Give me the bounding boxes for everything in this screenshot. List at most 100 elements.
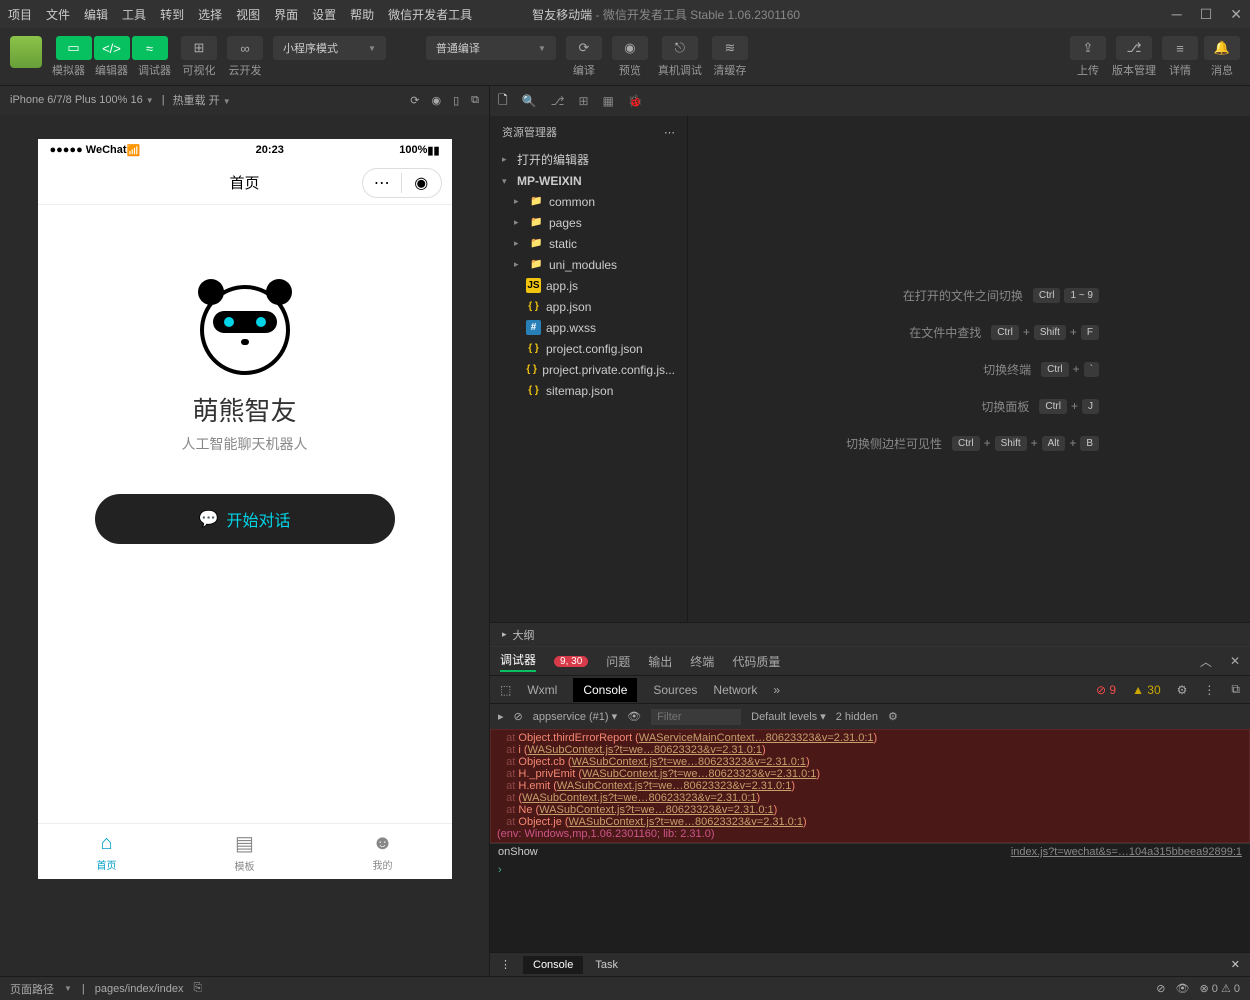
user-avatar[interactable]	[10, 36, 42, 68]
menu-项目[interactable]: 项目	[8, 6, 32, 23]
context-dropdown[interactable]: appservice (#1) ▾	[533, 710, 617, 723]
drawer-task-tab[interactable]: Task	[595, 959, 618, 971]
drawer-close-icon[interactable]: ✕	[1231, 958, 1240, 971]
close-panel-icon[interactable]: ✕	[1230, 654, 1240, 668]
menu-编辑[interactable]: 编辑	[84, 6, 108, 23]
folder-uni_modules[interactable]: ▸📁uni_modules	[490, 254, 687, 275]
version-button[interactable]: ⎇	[1116, 36, 1152, 60]
refresh-icon[interactable]: ⟳	[410, 94, 419, 107]
folder-pages[interactable]: ▸📁pages	[490, 212, 687, 233]
tabbar-item-1[interactable]: ▤模板	[176, 824, 314, 879]
menu-视图[interactable]: 视图	[236, 6, 260, 23]
filter-input[interactable]	[651, 709, 741, 725]
file-app.wxss[interactable]: #app.wxss	[490, 317, 687, 338]
hotreload-toggle[interactable]: 热重载 开 ▼	[173, 92, 231, 108]
menu-工具[interactable]: 工具	[122, 6, 146, 23]
visualize-button[interactable]: ⊞	[181, 36, 217, 60]
debugger-toggle[interactable]: ≈	[132, 36, 168, 60]
cloud-dev-button[interactable]: ∞	[227, 36, 263, 60]
grid-icon[interactable]: ⊞	[578, 94, 588, 108]
outline-section[interactable]: ▸大纲	[490, 622, 1250, 646]
drawer-console-tab[interactable]: Console	[523, 956, 583, 974]
terminal-tab[interactable]: 终端	[690, 653, 714, 670]
open-editors-section[interactable]: ▸打开的编辑器	[490, 148, 687, 171]
start-chat-button[interactable]: 💬 开始对话	[95, 494, 395, 544]
popout-icon[interactable]: ⧉	[471, 94, 479, 107]
eye-status-icon[interactable]: 👁	[1176, 982, 1190, 995]
upload-label: 上传	[1077, 62, 1099, 78]
menu-界面[interactable]: 界面	[274, 6, 298, 23]
close-icon[interactable]: ✕	[1230, 6, 1242, 23]
search-icon[interactable]: 🔍	[522, 94, 537, 108]
sources-tab[interactable]: Sources	[653, 683, 697, 697]
mode-dropdown[interactable]: 小程序模式▼	[273, 36, 386, 60]
realdevice-button[interactable]: ⎋	[662, 36, 698, 60]
compile-dropdown[interactable]: 普通编译▼	[426, 36, 556, 60]
menu-选择[interactable]: 选择	[198, 6, 222, 23]
preview-button[interactable]: ◉	[612, 36, 648, 60]
drawer-menu-icon[interactable]: ⋮	[500, 958, 511, 971]
error-count[interactable]: ⊘ 9	[1096, 683, 1116, 697]
mini-program-capsule[interactable]: ⋯◉	[362, 168, 442, 198]
chevron-up-icon[interactable]: ︿	[1200, 653, 1212, 670]
upload-button[interactable]: ⇪	[1070, 36, 1106, 60]
project-root[interactable]: ▾MP-WEIXIN	[490, 171, 687, 191]
dock-icon[interactable]: ⧉	[1231, 682, 1240, 697]
eye-icon[interactable]: 👁	[627, 710, 641, 723]
more-tabs-icon[interactable]: »	[773, 683, 780, 697]
network-tab[interactable]: Network	[713, 683, 757, 697]
console-tab[interactable]: Console	[573, 678, 637, 702]
problems-tab[interactable]: 问题	[606, 653, 630, 670]
output-tab[interactable]: 输出	[648, 653, 672, 670]
tabbar-item-0[interactable]: ⌂首页	[38, 824, 176, 879]
hide-status-icon[interactable]: ⊘	[1156, 982, 1165, 995]
levels-dropdown[interactable]: Default levels ▾	[751, 710, 826, 723]
device-dropdown[interactable]: iPhone 6/7/8 Plus 100% 16 ▼	[10, 94, 154, 106]
record-icon[interactable]: ◉	[431, 94, 441, 107]
inspect-icon[interactable]: ⬚	[500, 683, 511, 697]
message-button[interactable]: 🔔	[1204, 36, 1240, 60]
bug-icon[interactable]: 🐞	[628, 94, 643, 108]
menu-设置[interactable]: 设置	[312, 6, 336, 23]
sidebar-toggle-icon[interactable]: ▸	[498, 710, 504, 723]
simulator-toggle[interactable]: ▭	[56, 36, 92, 60]
explorer-icon[interactable]: 🗋	[498, 91, 508, 112]
status-errors[interactable]: ⊗ 0 ⚠ 0	[1199, 982, 1240, 995]
route-path[interactable]: pages/index/index	[95, 983, 184, 995]
compile-button[interactable]: ⟳	[566, 36, 602, 60]
more-icon[interactable]: ⋯	[664, 126, 675, 139]
warn-count[interactable]: ▲ 30	[1132, 683, 1161, 697]
minimize-icon[interactable]: ─	[1172, 6, 1182, 23]
menu-帮助[interactable]: 帮助	[350, 6, 374, 23]
gear-icon[interactable]: ⚙	[888, 710, 898, 723]
hidden-count[interactable]: 2 hidden	[836, 711, 878, 723]
editor-toggle[interactable]: </>	[94, 36, 130, 60]
maximize-icon[interactable]: ☐	[1200, 6, 1213, 23]
menu-转到[interactable]: 转到	[160, 6, 184, 23]
folder-static[interactable]: ▸📁static	[490, 233, 687, 254]
file-sitemap.json[interactable]: { }sitemap.json	[490, 380, 687, 401]
menu-icon[interactable]: ⋮	[1203, 683, 1215, 697]
console-source-link[interactable]: index.js?t=wechat&s=…104a315bbeea92899:1	[1011, 846, 1242, 858]
codequality-tab[interactable]: 代码质量	[732, 653, 780, 670]
file-app.js[interactable]: JSapp.js	[490, 275, 687, 296]
extension-icon[interactable]: ▦	[603, 94, 614, 108]
git-icon[interactable]: ⎇	[551, 94, 565, 108]
menu-微信开发者工具[interactable]: 微信开发者工具	[388, 6, 472, 23]
console-prompt[interactable]: ›	[490, 860, 1250, 880]
settings-icon[interactable]: ⚙	[1177, 683, 1188, 697]
phone-icon[interactable]: ▯	[453, 94, 459, 107]
copy-icon[interactable]: ⎘	[193, 982, 202, 995]
debugger-tab[interactable]: 调试器	[500, 651, 536, 672]
file-app.json[interactable]: { }app.json	[490, 296, 687, 317]
file-project.private.config.js...[interactable]: { }project.private.config.js...	[490, 359, 687, 380]
clear-console-icon[interactable]: ⊘	[514, 710, 523, 723]
file-project.config.json[interactable]: { }project.config.json	[490, 338, 687, 359]
debugger-label: 调试器	[138, 62, 171, 78]
wxml-tab[interactable]: Wxml	[527, 683, 557, 697]
menu-文件[interactable]: 文件	[46, 6, 70, 23]
clearcache-button[interactable]: ≋	[712, 36, 748, 60]
detail-button[interactable]: ≡	[1162, 36, 1198, 60]
tabbar-item-2[interactable]: ☻我的	[314, 824, 452, 879]
folder-common[interactable]: ▸📁common	[490, 191, 687, 212]
